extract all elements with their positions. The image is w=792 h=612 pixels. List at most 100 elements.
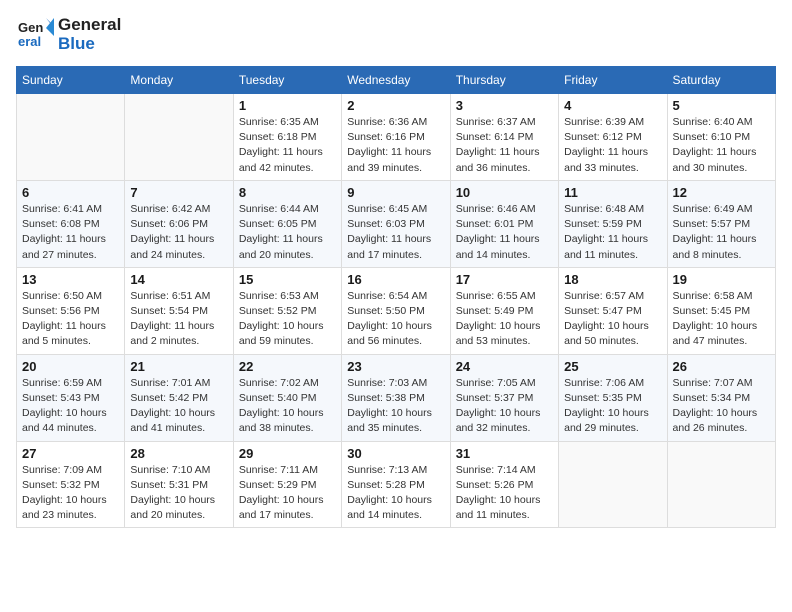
day-detail: Sunrise: 7:11 AM Sunset: 5:29 PM Dayligh…: [239, 463, 336, 524]
day-detail: Sunrise: 6:39 AM Sunset: 6:12 PM Dayligh…: [564, 115, 661, 176]
day-number: 26: [673, 359, 770, 374]
day-number: 15: [239, 272, 336, 287]
day-number: 17: [456, 272, 553, 287]
calendar-cell: 26 Sunrise: 7:07 AM Sunset: 5:34 PM Dayli…: [667, 354, 775, 441]
calendar-week-row: 20Sunrise: 6:59 AM Sunset: 5:43 PM Dayli…: [17, 354, 776, 441]
calendar-week-row: 27Sunrise: 7:09 AM Sunset: 5:32 PM Dayli…: [17, 441, 776, 528]
day-detail: Sunrise: 6:50 AM Sunset: 5:56 PM Dayligh…: [22, 289, 119, 350]
day-detail: Sunrise: 7:02 AM Sunset: 5:40 PM Dayligh…: [239, 376, 336, 437]
day-number: 20: [22, 359, 119, 374]
calendar-cell: 8 Sunrise: 6:44 AM Sunset: 6:05 PM Daylig…: [233, 180, 341, 267]
calendar-cell: 4Sunrise: 6:39 AM Sunset: 6:12 PM Daylig…: [559, 94, 667, 181]
day-number: 27: [22, 446, 119, 461]
calendar-cell: 3 Sunrise: 6:37 AM Sunset: 6:14 PM Daylig…: [450, 94, 558, 181]
calendar-week-row: 6 Sunrise: 6:41 AM Sunset: 6:08 PM Daylig…: [17, 180, 776, 267]
calendar-week-row: 13 Sunrise: 6:50 AM Sunset: 5:56 PM Dayli…: [17, 267, 776, 354]
day-detail: Sunrise: 6:57 AM Sunset: 5:47 PM Dayligh…: [564, 289, 661, 350]
calendar-cell: 12 Sunrise: 6:49 AM Sunset: 5:57 PM Dayli…: [667, 180, 775, 267]
day-number: 31: [456, 446, 553, 461]
day-detail: Sunrise: 6:40 AM Sunset: 6:10 PM Dayligh…: [673, 115, 770, 176]
day-detail: Sunrise: 6:37 AM Sunset: 6:14 PM Dayligh…: [456, 115, 553, 176]
logo-wordmark: General Blue: [58, 16, 121, 53]
day-detail: Sunrise: 6:44 AM Sunset: 6:05 PM Dayligh…: [239, 202, 336, 263]
day-detail: Sunrise: 6:35 AM Sunset: 6:18 PM Dayligh…: [239, 115, 336, 176]
calendar-cell: 16Sunrise: 6:54 AM Sunset: 5:50 PM Dayli…: [342, 267, 450, 354]
logo: Gen eral General Blue: [16, 16, 121, 54]
day-detail: Sunrise: 6:36 AM Sunset: 6:16 PM Dayligh…: [347, 115, 444, 176]
day-detail: Sunrise: 7:05 AM Sunset: 5:37 PM Dayligh…: [456, 376, 553, 437]
calendar-cell: 22 Sunrise: 7:02 AM Sunset: 5:40 PM Dayli…: [233, 354, 341, 441]
calendar-cell: 17 Sunrise: 6:55 AM Sunset: 5:49 PM Dayli…: [450, 267, 558, 354]
day-number: 5: [673, 98, 770, 113]
logo-svg: Gen eral: [16, 16, 54, 54]
day-detail: Sunrise: 6:53 AM Sunset: 5:52 PM Dayligh…: [239, 289, 336, 350]
calendar-cell: 10 Sunrise: 6:46 AM Sunset: 6:01 PM Dayli…: [450, 180, 558, 267]
day-number: 24: [456, 359, 553, 374]
calendar-cell: 19 Sunrise: 6:58 AM Sunset: 5:45 PM Dayli…: [667, 267, 775, 354]
day-detail: Sunrise: 6:46 AM Sunset: 6:01 PM Dayligh…: [456, 202, 553, 263]
day-of-week-header: Tuesday: [233, 67, 341, 94]
day-detail: Sunrise: 6:49 AM Sunset: 5:57 PM Dayligh…: [673, 202, 770, 263]
calendar-cell: 18 Sunrise: 6:57 AM Sunset: 5:47 PM Dayli…: [559, 267, 667, 354]
calendar-cell: 13 Sunrise: 6:50 AM Sunset: 5:56 PM Dayli…: [17, 267, 125, 354]
calendar-cell: [559, 441, 667, 528]
day-detail: Sunrise: 7:01 AM Sunset: 5:42 PM Dayligh…: [130, 376, 227, 437]
calendar-cell: 2 Sunrise: 6:36 AM Sunset: 6:16 PM Daylig…: [342, 94, 450, 181]
day-of-week-header: Monday: [125, 67, 233, 94]
calendar-cell: 25 Sunrise: 7:06 AM Sunset: 5:35 PM Dayli…: [559, 354, 667, 441]
day-number: 21: [130, 359, 227, 374]
calendar-cell: 5 Sunrise: 6:40 AM Sunset: 6:10 PM Daylig…: [667, 94, 775, 181]
day-detail: Sunrise: 7:13 AM Sunset: 5:28 PM Dayligh…: [347, 463, 444, 524]
calendar-cell: 24 Sunrise: 7:05 AM Sunset: 5:37 PM Dayli…: [450, 354, 558, 441]
calendar-cell: 20Sunrise: 6:59 AM Sunset: 5:43 PM Dayli…: [17, 354, 125, 441]
day-number: 6: [22, 185, 119, 200]
calendar-cell: 6 Sunrise: 6:41 AM Sunset: 6:08 PM Daylig…: [17, 180, 125, 267]
page-header: Gen eral General Blue: [16, 16, 776, 54]
day-number: 2: [347, 98, 444, 113]
day-detail: Sunrise: 7:07 AM Sunset: 5:34 PM Dayligh…: [673, 376, 770, 437]
calendar-cell: 14 Sunrise: 6:51 AM Sunset: 5:54 PM Dayli…: [125, 267, 233, 354]
logo-blue: Blue: [58, 34, 95, 53]
day-number: 14: [130, 272, 227, 287]
day-detail: Sunrise: 6:55 AM Sunset: 5:49 PM Dayligh…: [456, 289, 553, 350]
day-detail: Sunrise: 6:58 AM Sunset: 5:45 PM Dayligh…: [673, 289, 770, 350]
day-number: 1: [239, 98, 336, 113]
day-number: 28: [130, 446, 227, 461]
day-number: 7: [130, 185, 227, 200]
day-of-week-header: Sunday: [17, 67, 125, 94]
day-number: 23: [347, 359, 444, 374]
day-of-week-header: Wednesday: [342, 67, 450, 94]
day-detail: Sunrise: 6:48 AM Sunset: 5:59 PM Dayligh…: [564, 202, 661, 263]
day-number: 16: [347, 272, 444, 287]
day-number: 22: [239, 359, 336, 374]
calendar-cell: [667, 441, 775, 528]
calendar-cell: 7Sunrise: 6:42 AM Sunset: 6:06 PM Daylig…: [125, 180, 233, 267]
day-number: 25: [564, 359, 661, 374]
day-detail: Sunrise: 7:06 AM Sunset: 5:35 PM Dayligh…: [564, 376, 661, 437]
day-number: 8: [239, 185, 336, 200]
day-detail: Sunrise: 7:10 AM Sunset: 5:31 PM Dayligh…: [130, 463, 227, 524]
calendar-header-row: SundayMondayTuesdayWednesdayThursdayFrid…: [17, 67, 776, 94]
calendar-cell: [17, 94, 125, 181]
calendar-cell: 21 Sunrise: 7:01 AM Sunset: 5:42 PM Dayli…: [125, 354, 233, 441]
day-detail: Sunrise: 7:03 AM Sunset: 5:38 PM Dayligh…: [347, 376, 444, 437]
calendar-cell: 11Sunrise: 6:48 AM Sunset: 5:59 PM Dayli…: [559, 180, 667, 267]
day-detail: Sunrise: 6:51 AM Sunset: 5:54 PM Dayligh…: [130, 289, 227, 350]
calendar-cell: 31Sunrise: 7:14 AM Sunset: 5:26 PM Dayli…: [450, 441, 558, 528]
calendar-cell: 1 Sunrise: 6:35 AM Sunset: 6:18 PM Daylig…: [233, 94, 341, 181]
svg-text:eral: eral: [18, 34, 41, 49]
svg-text:Gen: Gen: [18, 20, 43, 35]
day-number: 12: [673, 185, 770, 200]
day-number: 9: [347, 185, 444, 200]
calendar-table: SundayMondayTuesdayWednesdayThursdayFrid…: [16, 66, 776, 528]
day-number: 18: [564, 272, 661, 287]
day-number: 30: [347, 446, 444, 461]
day-number: 13: [22, 272, 119, 287]
day-of-week-header: Saturday: [667, 67, 775, 94]
logo-general: General: [58, 15, 121, 34]
calendar-cell: 30 Sunrise: 7:13 AM Sunset: 5:28 PM Dayli…: [342, 441, 450, 528]
day-number: 19: [673, 272, 770, 287]
day-number: 3: [456, 98, 553, 113]
day-detail: Sunrise: 6:41 AM Sunset: 6:08 PM Dayligh…: [22, 202, 119, 263]
day-number: 10: [456, 185, 553, 200]
